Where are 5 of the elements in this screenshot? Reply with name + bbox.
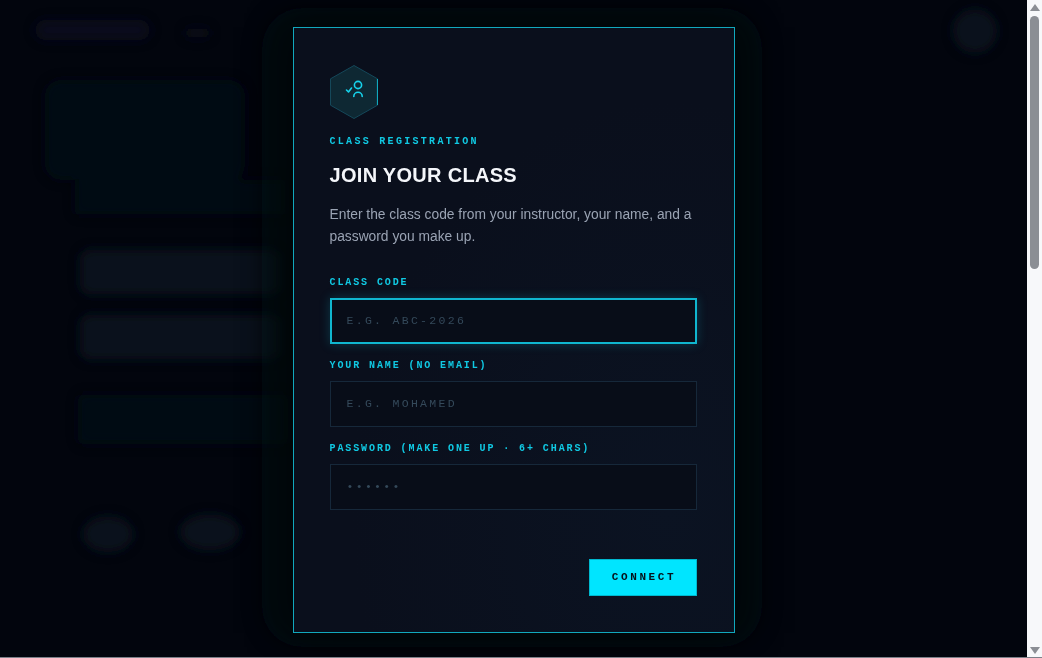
scroll-down-arrow-icon[interactable] bbox=[1029, 647, 1040, 654]
scroll-up-arrow-icon[interactable] bbox=[1029, 4, 1040, 11]
scrollbar-thumb[interactable] bbox=[1030, 16, 1039, 269]
connect-button[interactable]: CONNECT bbox=[588, 558, 697, 596]
scrollbar[interactable] bbox=[1027, 0, 1042, 657]
